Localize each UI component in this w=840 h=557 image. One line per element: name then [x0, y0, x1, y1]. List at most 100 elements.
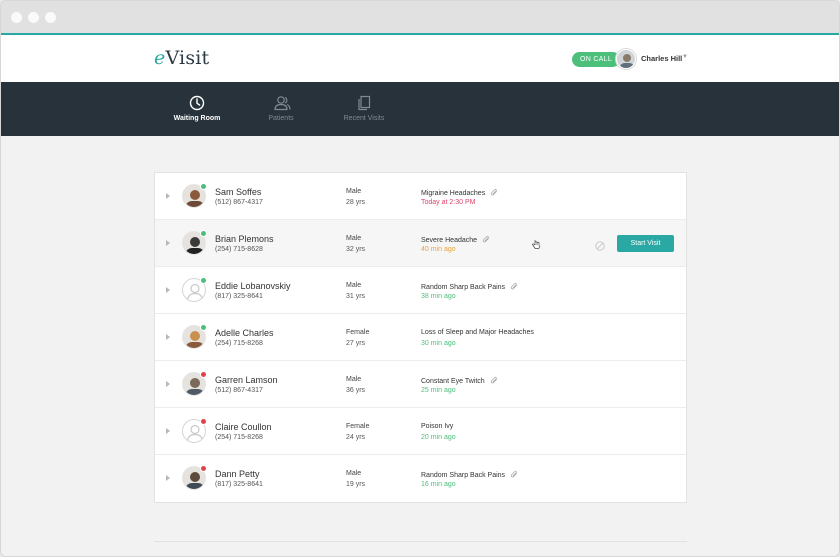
- app-header: eVisit ON CALL Charles Hill ▼: [1, 35, 839, 82]
- patient-gender: Female: [346, 329, 370, 336]
- patient-name[interactable]: Claire Coullon: [215, 422, 272, 432]
- chief-complaint: Random Sharp Back Pains: [421, 470, 518, 481]
- patient-age: 32 yrs: [346, 246, 366, 253]
- browser-window: eVisit ON CALL Charles Hill ▼ Waiting Ro…: [0, 0, 840, 557]
- wait-time: 20 min ago: [421, 434, 456, 441]
- complaint-text: Poison Ivy: [421, 423, 454, 430]
- paperclip-icon[interactable]: [490, 376, 498, 387]
- status-indicator: [200, 324, 207, 331]
- patient-phone: (817) 325-8641: [215, 293, 263, 300]
- decline-icon[interactable]: [595, 238, 605, 256]
- patient-phone: (512) 867-4317: [215, 199, 263, 206]
- patient-phone: (254) 715-8268: [215, 340, 263, 347]
- status-indicator: [200, 230, 207, 237]
- chief-complaint: Constant Eye Twitch: [421, 376, 498, 387]
- complaint-text: Random Sharp Back Pains: [421, 284, 506, 291]
- patient-phone: (817) 325-8641: [215, 481, 263, 488]
- complaint-text: Severe Headache: [421, 237, 478, 244]
- patient-age: 28 yrs: [346, 199, 366, 206]
- start-visit-button[interactable]: Start Visit: [617, 235, 674, 252]
- patient-name[interactable]: Brian Plemons: [215, 234, 274, 244]
- chief-complaint: Severe Headache: [421, 235, 490, 246]
- paperclip-icon[interactable]: [490, 188, 498, 199]
- tab-label: Waiting Room: [173, 115, 221, 122]
- chevron-down-icon[interactable]: ▼: [682, 54, 688, 60]
- documents-icon: [358, 95, 371, 111]
- patient-gender: Female: [346, 423, 370, 430]
- complaint-text: Migraine Headaches: [421, 190, 486, 197]
- patient-gender: Male: [346, 470, 362, 477]
- window-close-dot[interactable]: [11, 12, 22, 23]
- window-titlebar: [1, 1, 839, 33]
- wait-time: 30 min ago: [421, 340, 456, 347]
- paperclip-icon[interactable]: [510, 470, 518, 481]
- complaint-text: Constant Eye Twitch: [421, 378, 485, 385]
- expand-caret-icon[interactable]: [166, 287, 170, 293]
- patient-name[interactable]: Garren Lamson: [215, 375, 278, 385]
- expand-caret-icon[interactable]: [166, 428, 170, 434]
- patient-phone: (512) 867-4317: [215, 387, 263, 394]
- wait-time: 40 min ago: [421, 246, 456, 253]
- chief-complaint: Loss of Sleep and Major Headaches: [421, 329, 534, 336]
- clock-icon: [189, 95, 205, 111]
- patient-age: 19 yrs: [346, 481, 366, 488]
- expand-caret-icon[interactable]: [166, 475, 170, 481]
- patient-row[interactable]: Eddie Lobanovskiy (817) 325-8641 Male 31 yr…: [155, 267, 686, 314]
- paperclip-icon[interactable]: [510, 282, 518, 293]
- patient-gender: Male: [346, 235, 362, 242]
- main-nav: Waiting Room Patients Recent Visits: [1, 82, 839, 136]
- logo-e: e: [154, 47, 166, 69]
- tab-recent-visits[interactable]: Recent Visits: [329, 82, 399, 136]
- expand-caret-icon[interactable]: [166, 381, 170, 387]
- chief-complaint: Poison Ivy: [421, 423, 453, 430]
- window-minimize-dot[interactable]: [28, 12, 39, 23]
- status-indicator: [200, 183, 207, 190]
- patient-name[interactable]: Adelle Charles: [215, 328, 274, 338]
- status-indicator: [200, 418, 207, 425]
- expand-caret-icon[interactable]: [166, 193, 170, 199]
- user-avatar[interactable]: [616, 49, 636, 69]
- hand-cursor-icon: [532, 237, 541, 255]
- patient-name[interactable]: Eddie Lobanovskiy: [215, 281, 291, 291]
- user-name[interactable]: Charles Hill: [641, 54, 682, 63]
- patient-row[interactable]: Adelle Charles (254) 715-8268 Female 27 yrs…: [155, 314, 686, 361]
- tab-waiting-room[interactable]: Waiting Room: [162, 82, 232, 136]
- on-call-toggle[interactable]: ON CALL: [572, 52, 620, 67]
- complaint-text: Loss of Sleep and Major Headaches: [421, 329, 534, 336]
- expand-caret-icon[interactable]: [166, 240, 170, 246]
- wait-time: 25 min ago: [421, 387, 456, 394]
- tab-label: Patients: [268, 115, 294, 122]
- tab-patients[interactable]: Patients: [246, 82, 316, 136]
- wait-time: 16 min ago: [421, 481, 456, 488]
- patient-row[interactable]: Garren Lamson (512) 867-4317 Male 36 yrs Con…: [155, 361, 686, 408]
- wait-time: Today at 2:30 PM: [421, 199, 476, 206]
- patient-age: 36 yrs: [346, 387, 366, 394]
- patient-phone: (254) 715-8628: [215, 246, 263, 253]
- patient-phone: (254) 715-8268: [215, 434, 263, 441]
- patient-gender: Male: [346, 188, 362, 195]
- expand-caret-icon[interactable]: [166, 334, 170, 340]
- patient-name[interactable]: Sam Soffes: [215, 187, 261, 197]
- tab-label: Recent Visits: [343, 115, 385, 122]
- divider: [154, 541, 687, 542]
- patient-row[interactable]: Sam Soffes (512) 867-4317 Male 28 yrs Migrai…: [155, 173, 686, 220]
- logo-text: Visit: [165, 47, 210, 69]
- patient-gender: Male: [346, 376, 362, 383]
- patient-name[interactable]: Dann Petty: [215, 469, 260, 479]
- patient-age: 27 yrs: [346, 340, 366, 347]
- patient-row[interactable]: Dann Petty (817) 325-8641 Male 19 yrs Random…: [155, 455, 686, 502]
- patient-row[interactable]: Claire Coullon (254) 715-8268 Female 24 yrs…: [155, 408, 686, 455]
- patients-icon: [274, 96, 291, 111]
- window-maximize-dot[interactable]: [45, 12, 56, 23]
- evisit-logo[interactable]: eVisit: [154, 47, 209, 69]
- paperclip-icon[interactable]: [482, 235, 490, 246]
- patient-row[interactable]: Brian Plemons (254) 715-8628 Male 32 yrs Sev…: [155, 220, 686, 267]
- wait-time: 38 min ago: [421, 293, 456, 300]
- patient-list: Sam Soffes (512) 867-4317 Male 28 yrs Migrai…: [154, 172, 687, 503]
- status-indicator: [200, 277, 207, 284]
- complaint-text: Random Sharp Back Pains: [421, 472, 506, 479]
- chief-complaint: Migraine Headaches: [421, 188, 498, 199]
- status-indicator: [200, 465, 207, 472]
- chief-complaint: Random Sharp Back Pains: [421, 282, 518, 293]
- status-indicator: [200, 371, 207, 378]
